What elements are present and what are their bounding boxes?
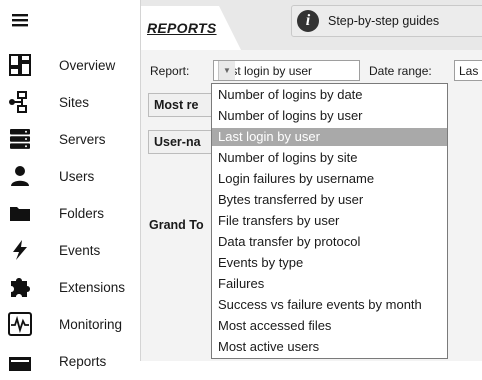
sidebar-item-sites[interactable]: Sites xyxy=(0,83,140,121)
sidebar-item-label: Users xyxy=(59,168,95,184)
sidebar-item-extensions[interactable]: Extensions xyxy=(0,268,140,306)
report-select[interactable]: Last login by user ▼ xyxy=(213,60,360,81)
tab-reports[interactable]: REPORTS xyxy=(141,6,241,50)
report-dropdown-list: Number of logins by date Number of login… xyxy=(211,83,448,359)
dropdown-option[interactable]: Success vs failure events by month xyxy=(212,296,447,314)
dropdown-option-selected[interactable]: Last login by user xyxy=(212,128,447,146)
most-recent-label: Most re xyxy=(154,98,199,112)
chevron-down-icon[interactable]: ▼ xyxy=(218,61,235,80)
puzzle-icon xyxy=(8,275,32,299)
sidebar-item-folders[interactable]: Folders xyxy=(0,194,140,232)
reports-icon xyxy=(8,349,32,373)
lightning-icon xyxy=(8,238,32,262)
sidebar-item-events[interactable]: Events xyxy=(0,231,140,269)
dropdown-option[interactable]: Data transfer by protocol xyxy=(212,233,447,251)
dropdown-option[interactable]: Failures xyxy=(212,275,447,293)
sidebar-item-label: Folders xyxy=(59,205,105,221)
dashboard-icon xyxy=(8,53,32,77)
dropdown-option[interactable]: Number of logins by user xyxy=(212,107,447,125)
dropdown-option[interactable]: Events by type xyxy=(212,254,447,272)
sidebar: Overview Sites Servers Users Folders Eve… xyxy=(0,0,140,371)
grand-total-label: Grand To xyxy=(149,218,204,232)
hamburger-icon[interactable] xyxy=(11,12,29,31)
guide-button-label: Step-by-step guides xyxy=(328,14,440,28)
sidebar-item-servers[interactable]: Servers xyxy=(0,120,140,158)
sidebar-item-users[interactable]: Users xyxy=(0,157,140,195)
page-title: REPORTS xyxy=(147,20,217,36)
dropdown-option[interactable]: Login failures by username xyxy=(212,170,447,188)
sidebar-item-label: Overview xyxy=(59,57,116,73)
dropdown-option[interactable]: Most accessed files xyxy=(212,317,447,335)
step-by-step-guides-button[interactable]: i Step-by-step guides xyxy=(291,5,482,37)
dropdown-option[interactable]: Number of logins by date xyxy=(212,86,447,104)
dropdown-option[interactable]: Bytes transferred by user xyxy=(212,191,447,209)
dropdown-option[interactable]: Number of logins by site xyxy=(212,149,447,167)
dropdown-option[interactable]: Most active users xyxy=(212,338,447,356)
sidebar-item-label: Monitoring xyxy=(59,316,123,332)
info-icon: i xyxy=(297,10,319,32)
servers-icon xyxy=(8,127,32,151)
date-range-select[interactable]: Las xyxy=(454,60,482,81)
monitor-pulse-icon xyxy=(8,312,32,336)
sidebar-item-label: Reports xyxy=(59,353,107,369)
date-range-label: Date range: xyxy=(369,64,432,78)
folder-icon xyxy=(8,201,32,225)
sites-network-icon xyxy=(8,90,32,114)
date-range-value: Las xyxy=(459,64,479,78)
sidebar-item-label: Extensions xyxy=(59,279,126,295)
sidebar-item-label: Events xyxy=(59,242,101,258)
sidebar-item-monitoring[interactable]: Monitoring xyxy=(0,305,140,343)
user-name-label: User-na xyxy=(154,135,201,149)
sidebar-item-label: Sites xyxy=(59,94,90,110)
sidebar-item-reports[interactable]: Reports xyxy=(0,342,140,380)
header-bar: REPORTS i Step-by-step guides xyxy=(141,0,482,50)
user-icon xyxy=(8,164,32,188)
sidebar-item-overview[interactable]: Overview xyxy=(0,46,140,84)
dropdown-option[interactable]: File transfers by user xyxy=(212,212,447,230)
report-label: Report: xyxy=(150,64,190,78)
sidebar-item-label: Servers xyxy=(59,131,106,147)
